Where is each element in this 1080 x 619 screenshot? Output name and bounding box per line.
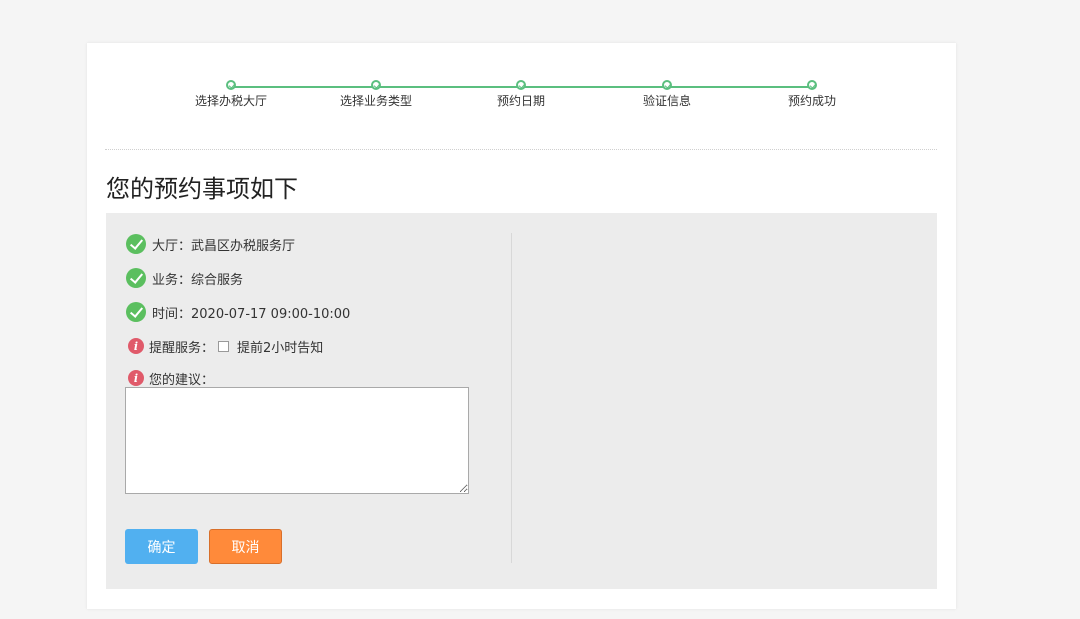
check-icon	[516, 80, 526, 90]
step-label: 预约成功	[787, 94, 836, 108]
cancel-button[interactable]: 取消	[209, 529, 282, 564]
step-select-hall: 选择办税大厅	[171, 80, 291, 109]
info-icon: i	[128, 370, 144, 386]
time-row: 时间：2020-07-17 09:00-10:00	[126, 301, 350, 323]
info-icon: i	[128, 338, 144, 354]
reminder-checkbox[interactable]	[218, 340, 230, 352]
suggestion-label: 您的建议：	[149, 372, 215, 388]
check-icon	[371, 80, 381, 90]
time-text: 时间：2020-07-17 09:00-10:00	[152, 306, 351, 322]
step-select-date: 预约日期	[461, 80, 581, 109]
check-icon	[226, 80, 236, 90]
check-icon	[807, 80, 817, 90]
suggestion-label-row: i 您的建议：	[126, 367, 214, 389]
hall-row: 大厅：武昌区办税服务厅	[126, 233, 295, 255]
step-select-business: 选择业务类型	[316, 80, 436, 109]
reminder-label: 提醒服务：	[149, 340, 215, 356]
reminder-row: i 提醒服务： 提前2小时告知	[126, 335, 323, 357]
step-verify-info: 验证信息	[607, 80, 727, 109]
page-title: 您的预约事项如下	[106, 175, 298, 203]
confirm-button[interactable]: 确定	[125, 529, 198, 564]
progress-stepper: 选择办税大厅 选择业务类型 预约日期 验证信息 预约成功	[87, 43, 956, 153]
check-icon	[662, 80, 672, 90]
hall-text: 大厅：武昌区办税服务厅	[152, 238, 296, 254]
check-circle-icon	[126, 234, 146, 254]
check-circle-icon	[126, 268, 146, 288]
step-label: 验证信息	[642, 94, 691, 108]
step-success: 预约成功	[752, 80, 872, 109]
step-label: 选择办税大厅	[194, 94, 267, 108]
appointment-card: 选择办税大厅 选择业务类型 预约日期 验证信息 预约成功 您的预约事项如下 大厅…	[87, 43, 956, 609]
check-circle-icon	[126, 302, 146, 322]
reminder-option-label[interactable]: 提前2小时告知	[237, 337, 323, 356]
step-label: 选择业务类型	[339, 94, 412, 108]
vertical-divider	[511, 233, 512, 563]
step-label: 预约日期	[496, 94, 545, 108]
business-row: 业务：综合服务	[126, 267, 243, 289]
divider	[105, 149, 937, 150]
business-text: 业务：综合服务	[152, 272, 244, 288]
appointment-details-panel: 大厅：武昌区办税服务厅 业务：综合服务 时间：2020-07-17 09:00-…	[106, 213, 937, 589]
suggestion-textarea[interactable]	[125, 387, 469, 494]
